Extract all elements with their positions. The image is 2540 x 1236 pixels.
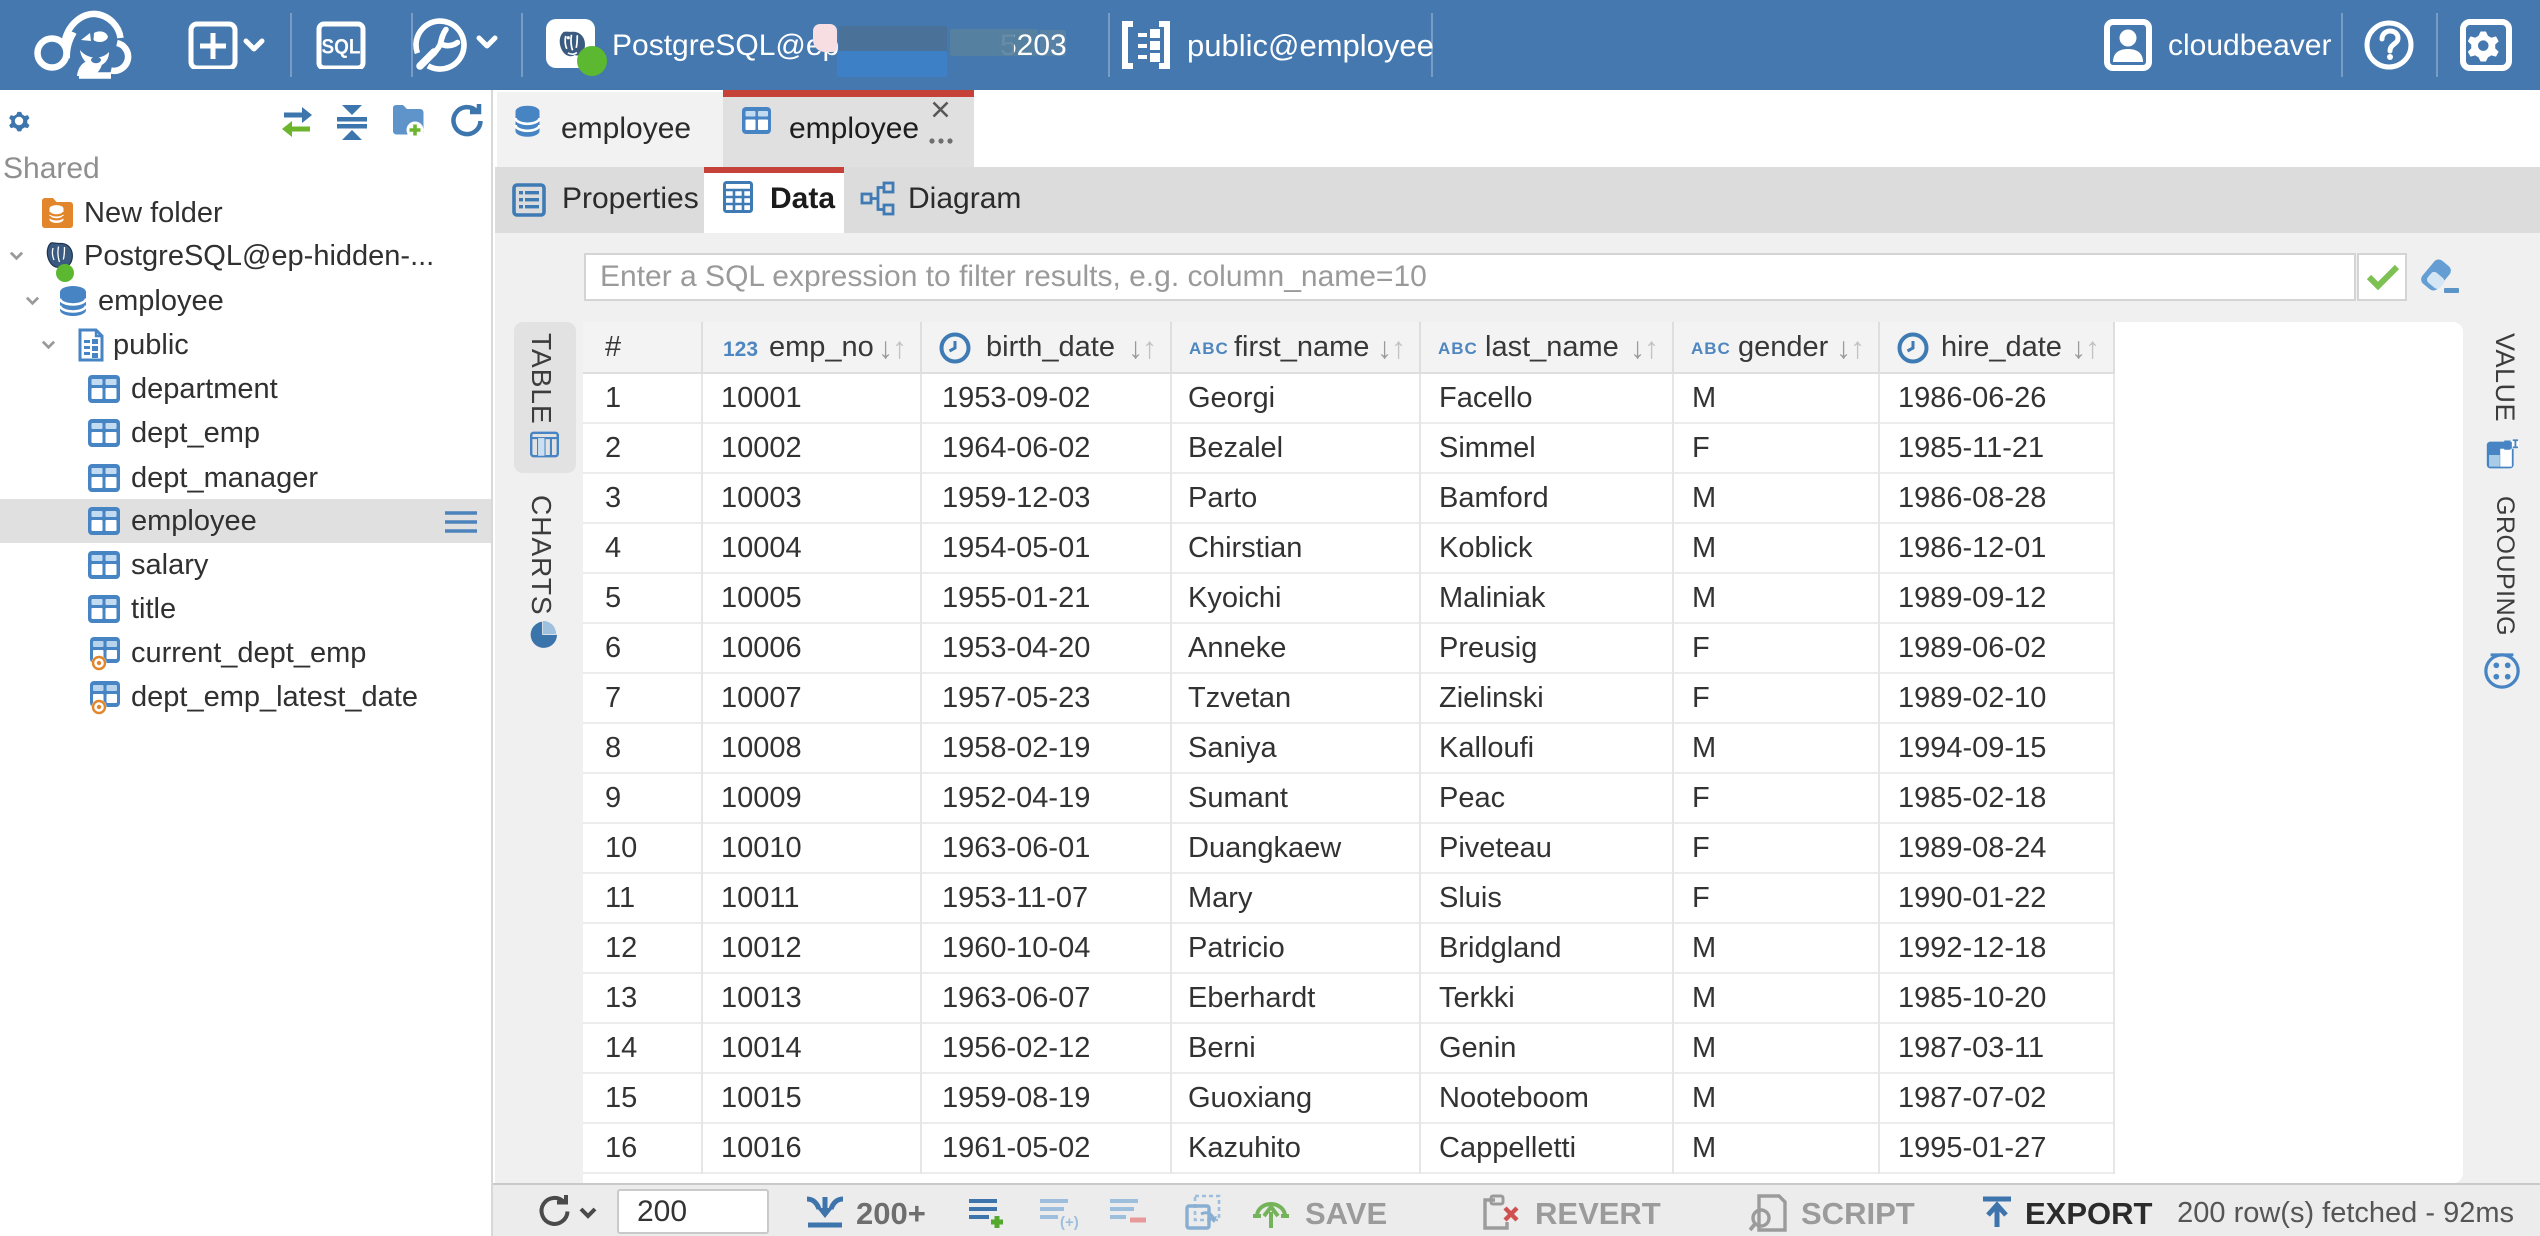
svg-text:(+): (+) (1060, 1214, 1079, 1230)
svg-text:SQL: SQL (321, 36, 360, 59)
